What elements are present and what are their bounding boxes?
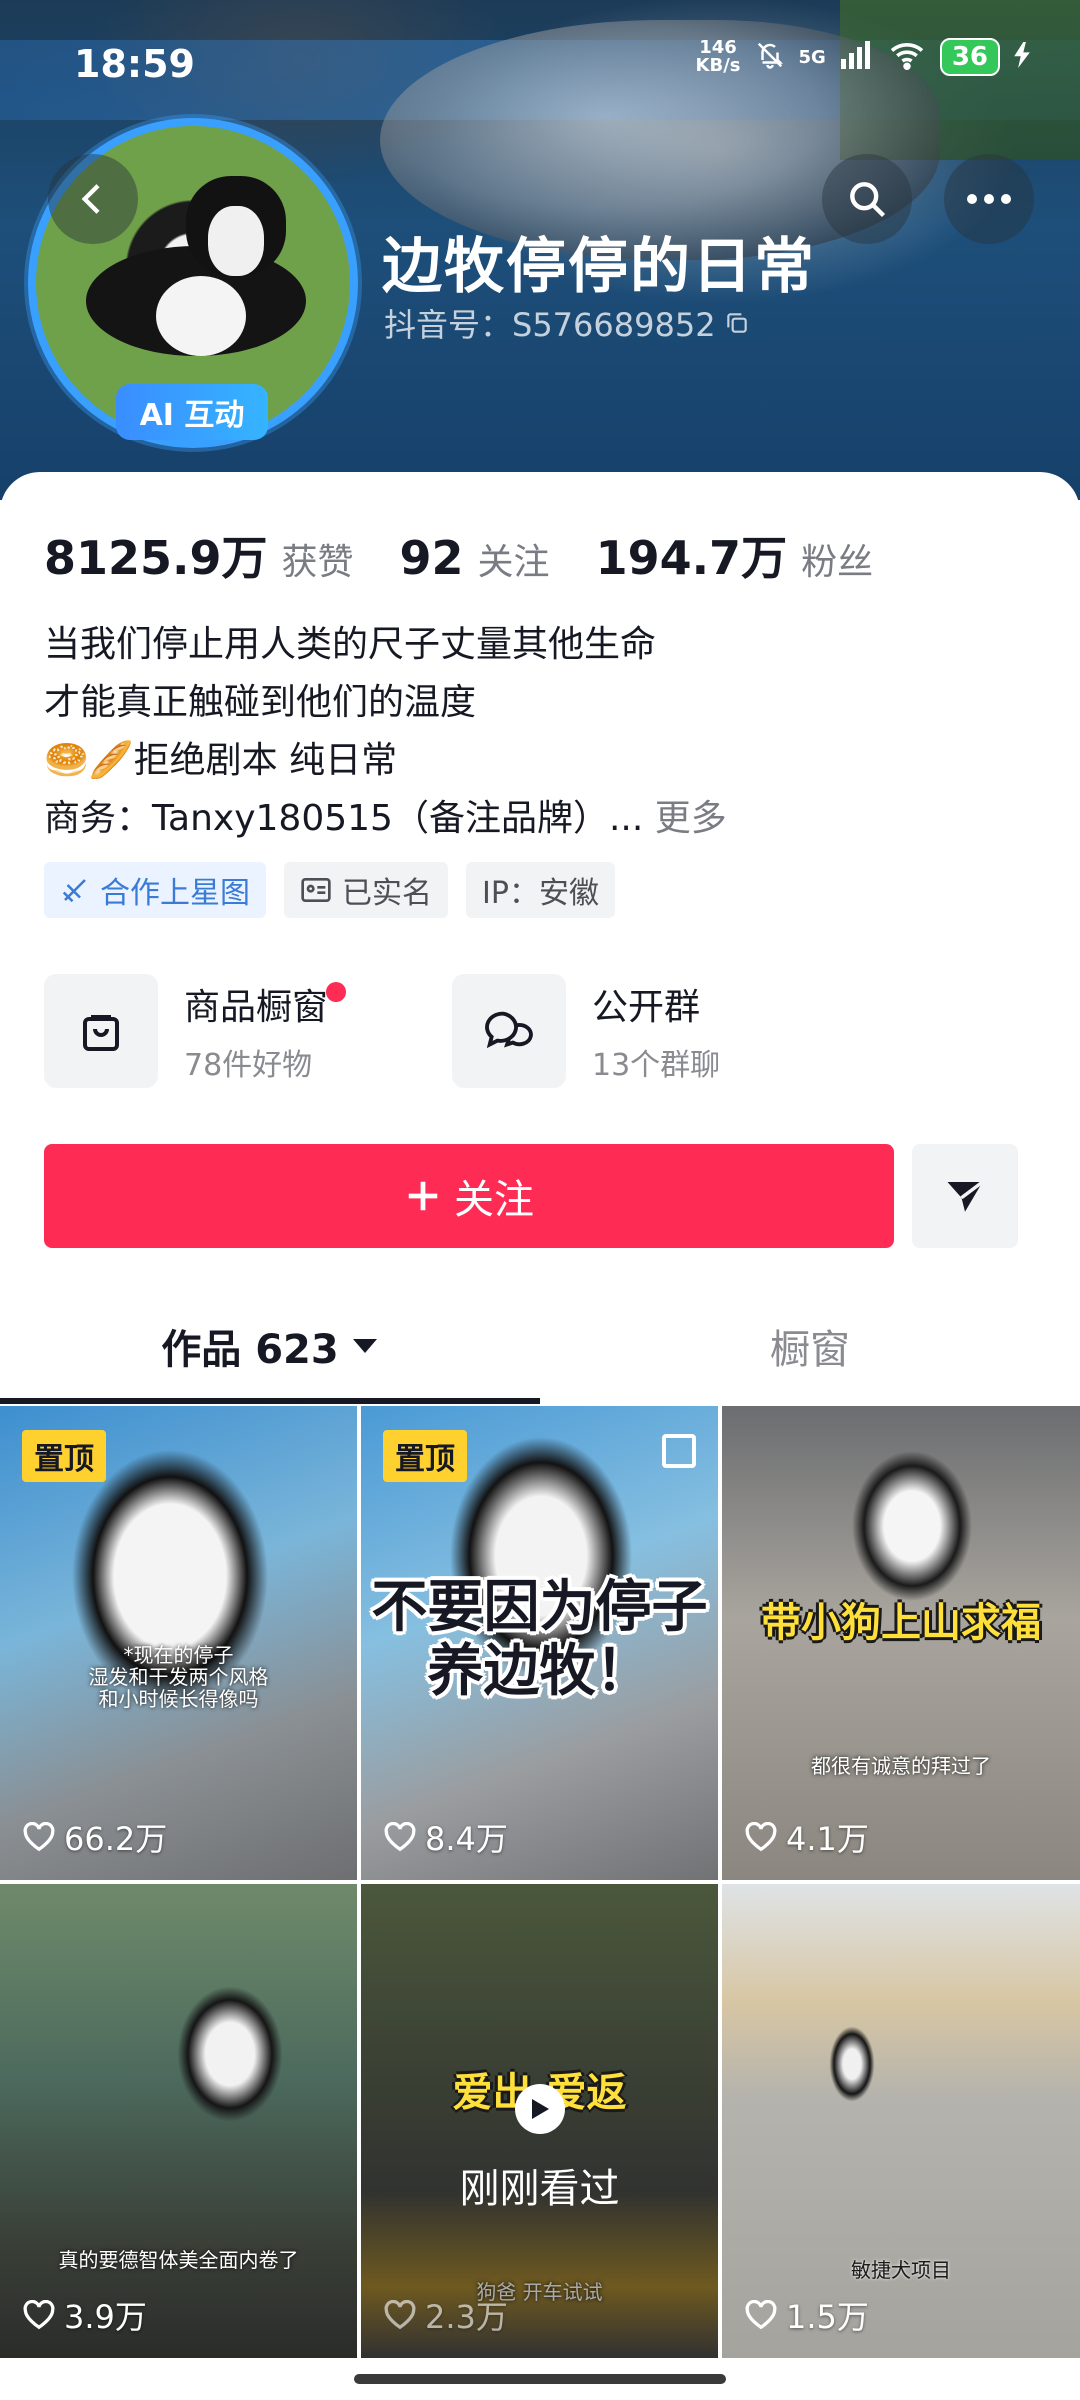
ai-interaction-badge[interactable]: AI 互动 xyxy=(116,384,268,440)
active-tab-indicator xyxy=(0,1398,540,1404)
network-speed: 146 KB/s xyxy=(695,37,741,76)
id-card-icon xyxy=(301,878,331,902)
shopping-bag-icon xyxy=(44,974,158,1088)
heart-icon xyxy=(384,2300,416,2330)
profile-name: 边牧停停的日常 xyxy=(382,232,816,302)
verified-name-tag[interactable]: 已实名 xyxy=(284,862,448,918)
video-caption: *现在的停子 湿发和干发两个风格 和小时候长得像吗 xyxy=(88,1643,269,1711)
profile-services: 商品橱窗 78件好物 公开群 13个群聊 xyxy=(44,974,860,1088)
more-dots-icon xyxy=(967,194,1011,204)
satellite-icon xyxy=(62,879,86,903)
video-subtitle: 都很有诚意的拜过了 xyxy=(811,1754,991,1778)
video-likes: 66.2万 xyxy=(22,1814,167,1860)
heart-icon xyxy=(745,1822,777,1852)
following-stat[interactable]: 92 关注 xyxy=(400,531,550,585)
profile-stats: 8125.9万 获赞 92 关注 194.7万 粉丝 xyxy=(44,522,919,588)
bio-more-link[interactable]: 更多 xyxy=(655,798,727,839)
content-tabs: 作品 623 橱窗 xyxy=(0,1290,1080,1402)
multi-image-icon xyxy=(662,1434,696,1468)
video-tile[interactable]: 置顶 *现在的停子 湿发和干发两个风格 和小时候长得像吗 66.2万 xyxy=(0,1406,357,1880)
video-subtitle: 真的要德智体美全面内卷了 xyxy=(58,2248,299,2272)
video-likes: 1.5万 xyxy=(744,2292,869,2338)
profile-bio: 当我们停止用人类的尺子丈量其他生命 才能真正触碰到他们的温度 🥯🥖拒绝剧本 纯日… xyxy=(44,624,727,839)
ip-location-tag: IP：安徽 xyxy=(466,862,615,918)
caret-down-icon xyxy=(352,1339,377,1353)
tab-works[interactable]: 作品 623 xyxy=(0,1290,540,1402)
video-caption: 不要因为停子 养边牧！ xyxy=(371,1575,708,1704)
heart-icon xyxy=(23,1822,55,1852)
video-tile[interactable]: 置顶 不要因为停子 养边牧！ 8.4万 xyxy=(361,1406,718,1880)
heart-icon xyxy=(745,2300,777,2330)
back-button[interactable] xyxy=(48,154,138,244)
wifi-icon xyxy=(888,40,926,75)
search-button[interactable] xyxy=(822,154,912,244)
send-message-button[interactable] xyxy=(912,1144,1018,1248)
play-icon xyxy=(514,2084,565,2134)
chat-bubbles-icon xyxy=(452,974,566,1088)
video-grid: 置顶 *现在的停子 湿发和干发两个风格 和小时候长得像吗 66.2万 置顶 不要… xyxy=(0,1406,1080,2358)
video-tile[interactable]: 带小狗上山求福 都很有诚意的拜过了 4.1万 xyxy=(722,1406,1080,1880)
paper-plane-icon xyxy=(947,1180,984,1212)
product-window-entry[interactable]: 商品橱窗 78件好物 xyxy=(44,974,452,1088)
video-likes: 3.9万 xyxy=(22,2292,147,2338)
video-likes: 4.1万 xyxy=(744,1814,869,1860)
video-tile[interactable]: 真的要德智体美全面内卷了 3.9万 xyxy=(0,1884,357,2358)
search-icon xyxy=(850,182,886,218)
video-caption: 带小狗上山求福 xyxy=(761,1600,1041,1646)
public-group-entry[interactable]: 公开群 13个群聊 xyxy=(452,974,860,1088)
pinned-badge: 置顶 xyxy=(22,1430,106,1482)
heart-icon xyxy=(23,2300,55,2330)
douyin-id[interactable]: 抖音号：S576689852 xyxy=(384,300,750,346)
signal-icon xyxy=(840,40,874,74)
status-bar: 18:59 146 KB/s 5G 36 xyxy=(0,30,1080,100)
home-indicator[interactable] xyxy=(354,2374,726,2384)
likes-stat[interactable]: 8125.9万 获赞 xyxy=(44,522,354,588)
bagel-bread-emoji: 🥯🥖 xyxy=(44,740,134,781)
video-subtitle: 敏捷犬项目 xyxy=(851,2258,951,2282)
status-time: 18:59 xyxy=(74,42,195,86)
tab-window[interactable]: 橱窗 xyxy=(540,1290,1080,1402)
battery-indicator: 36 xyxy=(939,38,1000,76)
charging-icon xyxy=(1014,41,1030,73)
followers-stat[interactable]: 194.7万 粉丝 xyxy=(596,522,874,588)
video-tile-recently-viewed[interactable]: 爱出 爱返 狗爸 开车试试 刚刚看过 2.3万 xyxy=(361,1884,718,2358)
recently-viewed-overlay: 刚刚看过 xyxy=(361,2084,718,2214)
follow-button[interactable]: 关注 xyxy=(44,1144,894,1248)
chevron-left-icon xyxy=(81,184,100,214)
video-tile[interactable]: 敏捷犬项目 1.5万 xyxy=(722,1884,1080,2358)
copy-icon xyxy=(726,313,747,333)
network-type: 5G xyxy=(798,46,826,68)
notification-dot xyxy=(326,982,347,1002)
pinned-badge: 置顶 xyxy=(383,1430,467,1482)
profile-tags: 合作上星图 已实名 IP：安徽 xyxy=(44,862,615,918)
video-likes: 2.3万 xyxy=(383,2292,508,2338)
more-options-button[interactable] xyxy=(944,154,1034,244)
star-cooperation-tag[interactable]: 合作上星图 xyxy=(44,862,266,918)
video-likes: 8.4万 xyxy=(383,1814,508,1860)
heart-icon xyxy=(384,1822,416,1852)
plus-icon xyxy=(408,1181,438,1211)
mute-icon xyxy=(755,40,785,75)
